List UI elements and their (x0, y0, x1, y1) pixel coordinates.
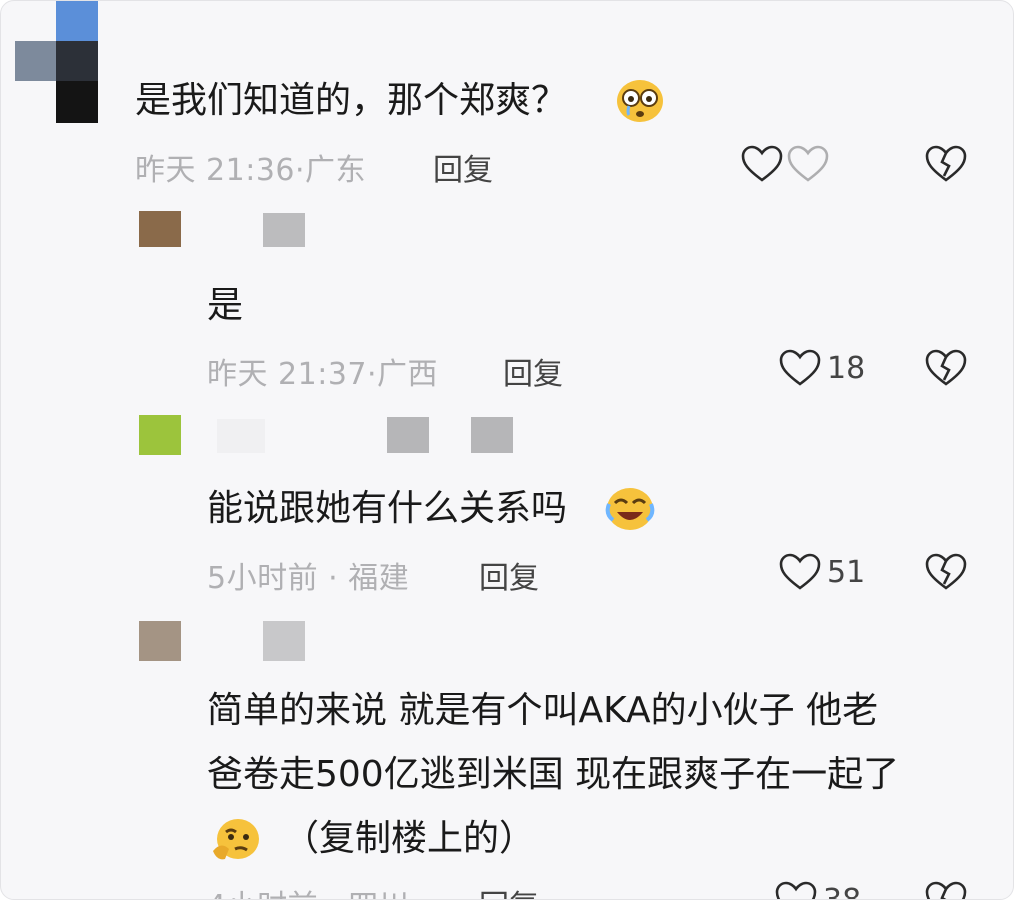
comment-time: 4小时前 (207, 889, 318, 899)
dislike-broken-heart-icon[interactable] (925, 145, 967, 183)
reply-button[interactable]: 回复 (479, 553, 539, 597)
username-redacted (387, 417, 429, 453)
dislike-broken-heart-icon[interactable] (925, 553, 967, 591)
comment-location: 广东 (305, 153, 367, 188)
laughing-tears-icon (605, 488, 655, 530)
avatar[interactable] (139, 415, 181, 455)
reply-button[interactable]: 回复 (503, 349, 563, 393)
username-redacted (263, 621, 305, 661)
comment-text-line: 简单的来说 就是有个叫AKA的小伙子 他老 (207, 690, 879, 731)
comment-text: 是 (207, 285, 244, 326)
like-heart-icon[interactable] (779, 553, 821, 591)
avatar[interactable] (1, 1, 101, 125)
comment-text-line: （复制楼上的） (283, 818, 536, 859)
comment-text-line: 爸卷走500亿逃到米国 现在跟爽子在一起了 (207, 754, 900, 795)
comment-location: 福建 (348, 561, 410, 596)
username-redacted (217, 419, 265, 453)
reply-button[interactable]: 回复 (433, 145, 493, 189)
like-count: 18 (827, 351, 866, 386)
comment-text: 是我们知道的，那个郑爽？ (135, 80, 568, 121)
username-redacted (471, 417, 513, 453)
crying-face-icon (617, 80, 663, 122)
thinking-face-icon (213, 819, 259, 860)
comment-location: 四川 (348, 889, 409, 899)
avatar[interactable] (139, 621, 181, 661)
like-heart-faded-icon (787, 145, 829, 182)
like-count: 51 (827, 555, 866, 590)
username-redacted (263, 213, 305, 247)
avatar[interactable] (139, 211, 181, 247)
comment-time: 5小时前 (207, 561, 319, 596)
comment-time: 昨天 21:37 (207, 357, 367, 392)
comment-thread-panel: 是我们知道的，那个郑爽？ 昨天 21:36·广东 回复 是 昨天 21:37·广… (0, 0, 1014, 900)
dislike-broken-heart-icon[interactable] (925, 349, 967, 387)
reply-button[interactable]: 回复 (479, 881, 539, 899)
dislike-broken-heart-icon[interactable] (925, 881, 967, 900)
like-heart-icon[interactable] (775, 881, 817, 900)
comment-location: 广西 (377, 357, 439, 392)
like-heart-icon[interactable] (741, 145, 783, 183)
comment-time: 昨天 21:36 (135, 153, 295, 188)
like-count: 38 (823, 883, 861, 899)
like-heart-icon[interactable] (779, 349, 821, 387)
comment-text: 能说跟她有什么关系吗 (207, 488, 568, 529)
